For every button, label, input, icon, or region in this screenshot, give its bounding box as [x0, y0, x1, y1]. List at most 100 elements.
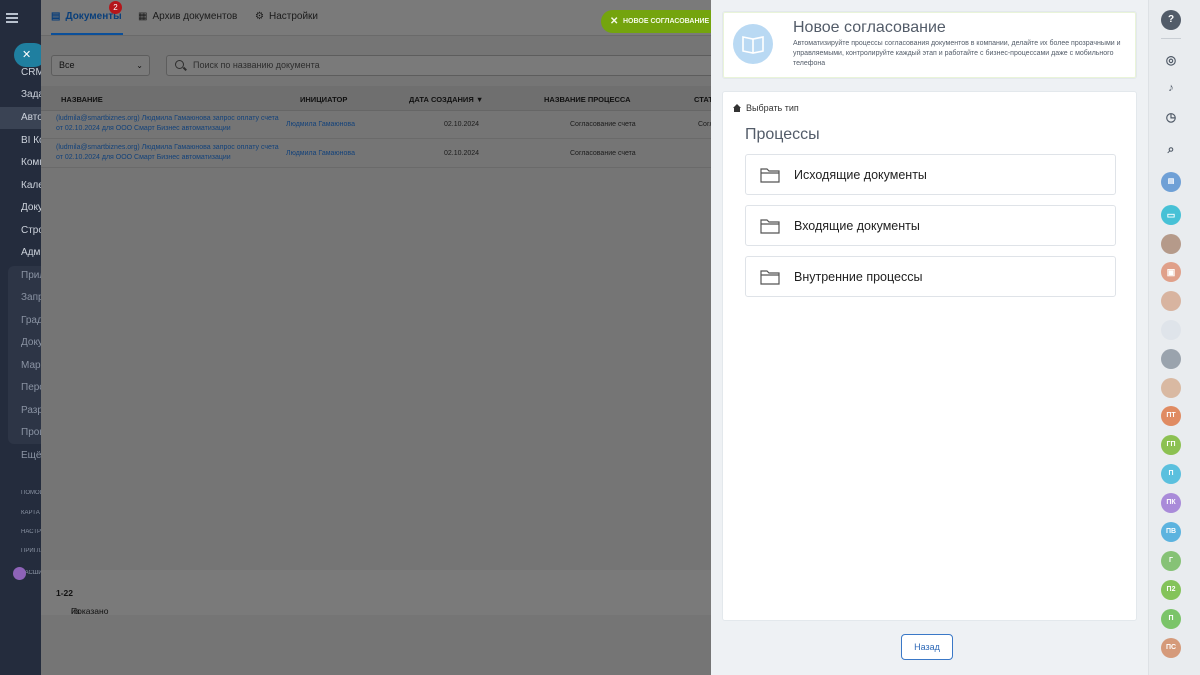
bell-icon[interactable]: ♪ [1161, 78, 1181, 98]
folder-incoming-documents[interactable]: Входящие документы [745, 205, 1116, 246]
header-status[interactable]: СТАТУС [694, 95, 711, 104]
nav-item[interactable]: CRM [0, 62, 41, 84]
document-icon: ▤ [51, 11, 61, 22]
user-initials-avatar[interactable]: Г [1161, 551, 1181, 571]
avatar[interactable] [1161, 291, 1181, 311]
user-initials-avatar[interactable]: ПС [1161, 638, 1181, 658]
nav-link[interactable]: ПОМОЩЬ [21, 490, 41, 496]
folder-internal-processes[interactable]: Внутренние процессы [745, 256, 1116, 297]
back-button[interactable]: Назад [901, 634, 953, 660]
timer-icon[interactable]: ◷ [1161, 107, 1181, 127]
row-document-name[interactable]: (ludmila@smartbiznes.org) Людмила Гамаюн… [56, 143, 281, 163]
tabs-bar: ▤ Документы 2 ▦ Архив документов ⚙ Настр… [41, 0, 721, 36]
user-initials-avatar[interactable]: П [1161, 609, 1181, 629]
user-initials-avatar[interactable]: ПТ [1161, 406, 1181, 426]
table-row[interactable]: (ludmila@smartbiznes.org) Людмила Гамаюн… [41, 140, 711, 168]
table-row[interactable]: (ludmila@smartbiznes.org) Людмила Гамаюн… [41, 111, 711, 139]
user-initials-avatar[interactable]: ПК [1161, 493, 1181, 513]
nav-item[interactable]: Автоматизация [0, 107, 41, 129]
user-initials-avatar[interactable]: ПВ [1161, 522, 1181, 542]
group-chat-icon[interactable]: ▤ [1161, 172, 1181, 192]
avatar[interactable] [1161, 349, 1181, 369]
nav-link[interactable]: НАСТРОИТЬ МЕНЮ [21, 529, 41, 535]
header-date[interactable]: ДАТА СОЗДАНИЯ ▼ [409, 95, 483, 104]
pagination-mid: из [71, 606, 80, 616]
nav-item[interactable]: BI Конструктор [0, 130, 41, 152]
home-icon [733, 104, 741, 112]
active-tab-indicator [51, 33, 123, 35]
user-avatar[interactable] [13, 567, 26, 580]
sort-desc-icon: ▼ [475, 95, 484, 104]
row-process: Согласование счета [570, 150, 636, 157]
pagination-total: 2 [68, 588, 74, 598]
row-date: 02.10.2024 [444, 121, 480, 128]
book-icon [733, 24, 773, 64]
avatar[interactable] [1161, 234, 1181, 254]
status-filter-value: Все [59, 60, 75, 70]
user-initials-avatar[interactable]: П2 [1161, 580, 1181, 600]
header-name[interactable]: НАЗВАНИЕ [61, 95, 103, 104]
tab-archive-label: Архив документов [152, 11, 238, 22]
folder-label: Входящие документы [794, 219, 920, 233]
new-approval-button[interactable]: ✕ НОВОЕ СОГЛАСОВАНИЕ [601, 10, 721, 33]
search-icon [175, 60, 184, 69]
tab-settings-label: Настройки [268, 11, 319, 22]
folder-label: Внутренние процессы [794, 270, 923, 284]
nav-item[interactable]: Календарь [0, 175, 41, 197]
header-initiator[interactable]: ИНИЦИАТОР [300, 95, 347, 104]
lock-icon[interactable]: ▣ [1161, 262, 1181, 282]
search-placeholder: Поиск по названию документа [193, 60, 320, 70]
nav-link[interactable]: ПРИГЛАСИТЬ [21, 548, 41, 554]
nav-item[interactable]: Ещё [0, 445, 41, 467]
nav-item[interactable]: Запросы [0, 287, 41, 309]
folder-outgoing-documents[interactable]: Исходящие документы [745, 154, 1116, 195]
nav-item[interactable]: Приложения [0, 265, 41, 287]
nav-item[interactable]: Задачи [0, 84, 41, 106]
target-icon[interactable]: ◎ [1161, 50, 1181, 70]
folder-icon [760, 270, 780, 285]
breadcrumb[interactable]: Выбрать тип [733, 103, 799, 113]
avatar[interactable] [1161, 378, 1181, 398]
folder-icon [760, 219, 780, 234]
search-icon[interactable]: ⌕ [1161, 139, 1181, 159]
nav-item[interactable]: Документооборот [0, 332, 41, 354]
nav-item[interactable]: Документы [0, 197, 41, 219]
user-initials-avatar[interactable]: П [1161, 464, 1181, 484]
nav-item[interactable]: Маркетинг [0, 355, 41, 377]
nav-item[interactable]: Процессы [0, 422, 41, 444]
status-filter-select[interactable]: Все ⌄ [51, 55, 150, 76]
gear-icon: ⚙ [255, 11, 264, 22]
header-date-label: ДАТА СОЗДАНИЯ [409, 95, 474, 104]
breadcrumb-label: Выбрать тип [746, 103, 799, 113]
nav-link[interactable]: КАРТА САЙТА [21, 510, 41, 516]
search-input[interactable]: Поиск по названию документа [166, 55, 726, 76]
nav-item[interactable]: Компания [0, 152, 41, 174]
tab-archive[interactable]: ▦ Архив документов [138, 11, 237, 22]
row-initiator[interactable]: Людмила Гамаюнова [286, 121, 355, 128]
documents-page: ▤ Документы 2 ▦ Архив документов ⚙ Настр… [41, 0, 726, 675]
section-title: Процессы [745, 126, 820, 143]
divider [1161, 38, 1181, 39]
chat-icon[interactable]: ▭ [1161, 205, 1181, 225]
folder-icon [760, 168, 780, 183]
table-footer: Показано 1-2 из 2 [41, 570, 711, 616]
nav-item[interactable]: Персонал [0, 377, 41, 399]
row-initiator[interactable]: Людмила Гамаюнова [286, 150, 355, 157]
tab-settings[interactable]: ⚙ Настройки [255, 11, 318, 22]
help-icon[interactable]: ? [1161, 10, 1181, 30]
process-type-card: Выбрать тип Процессы Исходящие документы… [722, 91, 1137, 621]
pagination-summary: Показано 1-2 из 2 [56, 588, 108, 616]
row-process: Согласование счета [570, 121, 636, 128]
nav-item[interactable]: Градостроительство [0, 310, 41, 332]
menu-icon[interactable] [6, 13, 18, 23]
nav-item[interactable]: Администрирование [0, 242, 41, 264]
header-process[interactable]: НАЗВАНИЕ ПРОЦЕССА [544, 95, 631, 104]
row-document-name[interactable]: (ludmila@smartbiznes.org) Людмила Гамаюн… [56, 114, 281, 134]
left-navigation: ✕ CRMЗадачиАвтоматизацияBI КонструкторКо… [0, 0, 41, 675]
user-initials-avatar[interactable]: ГП [1161, 435, 1181, 455]
document-avatar[interactable] [1161, 320, 1181, 340]
nav-item[interactable]: Разработка [0, 400, 41, 422]
nav-item[interactable]: Строительство [0, 220, 41, 242]
new-approval-label: НОВОЕ СОГЛАСОВАНИЕ [623, 18, 710, 25]
row-status: Согласование [698, 121, 711, 128]
